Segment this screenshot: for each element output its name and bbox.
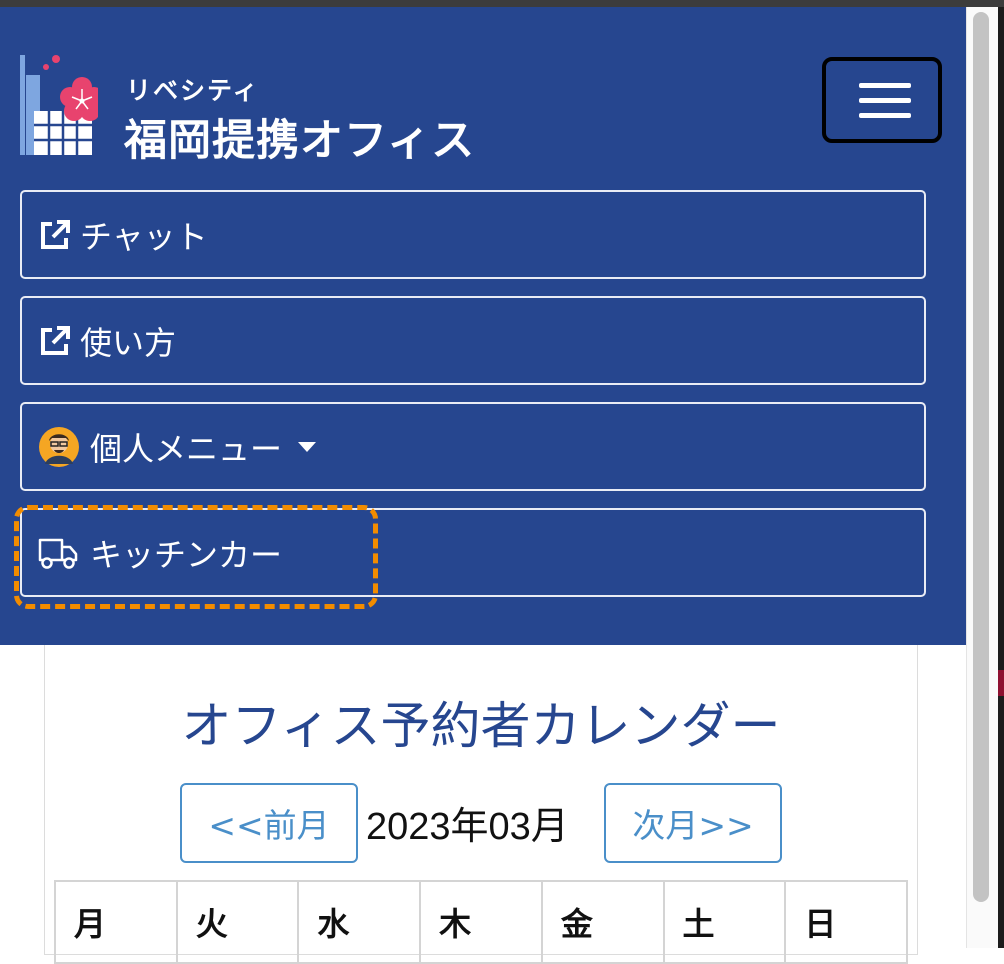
avatar [39, 426, 79, 467]
prev-month-button[interactable]: <<前月 [180, 783, 358, 863]
nav-item-personal-menu[interactable]: 個人メニュー [20, 402, 926, 491]
browser-top-edge [0, 0, 1004, 7]
weekday-header-row: 月 火 水 木 金 土 日 [54, 880, 908, 964]
window-edge-accent [998, 670, 1004, 696]
nav-item-kitchen-car[interactable]: キッチンカー [20, 508, 926, 597]
nav-item-label: 個人メニュー [90, 429, 283, 468]
weekday-header: 水 [297, 880, 422, 964]
scrollbar-thumb[interactable] [973, 12, 989, 902]
menu-toggle-button[interactable] [822, 57, 942, 143]
weekday-header: 月 [54, 880, 178, 964]
weekday-header: 木 [419, 880, 543, 964]
nav-item-chat[interactable]: チャット [20, 190, 926, 279]
logo-icon[interactable] [18, 45, 98, 155]
brand-subtitle: リベシティ [126, 76, 260, 105]
hamburger-bar [859, 113, 911, 118]
weekday-header: 土 [662, 880, 787, 964]
calendar-title: オフィス予約者カレンダー [181, 697, 781, 755]
hamburger-menu-icon [859, 83, 911, 88]
weekday-header: 金 [540, 880, 665, 964]
nav-item-label: キッチンカー [90, 535, 283, 574]
site-header: リベシティ 福岡提携オフィス チャット 使い方 個人メニュー キッチンカー [0, 7, 966, 645]
external-link-icon [41, 325, 70, 355]
caret-down-icon [298, 441, 316, 452]
calendar-table: 月 火 水 木 金 土 日 [54, 880, 908, 964]
current-month: 2023年03月 [366, 806, 569, 848]
nav-item-label: チャット [80, 217, 208, 256]
next-month-button[interactable]: 次月>> [604, 783, 782, 863]
window-edge [998, 7, 1004, 948]
nav-item-how-to-use[interactable]: 使い方 [20, 296, 926, 385]
brand-title[interactable]: 福岡提携オフィス [124, 106, 475, 168]
external-link-icon [41, 219, 70, 249]
weekday-header: 火 [175, 880, 300, 964]
hamburger-bar [859, 98, 911, 103]
nav-item-label: 使い方 [80, 323, 177, 362]
truck-icon [38, 538, 78, 569]
weekday-header: 日 [784, 880, 908, 964]
